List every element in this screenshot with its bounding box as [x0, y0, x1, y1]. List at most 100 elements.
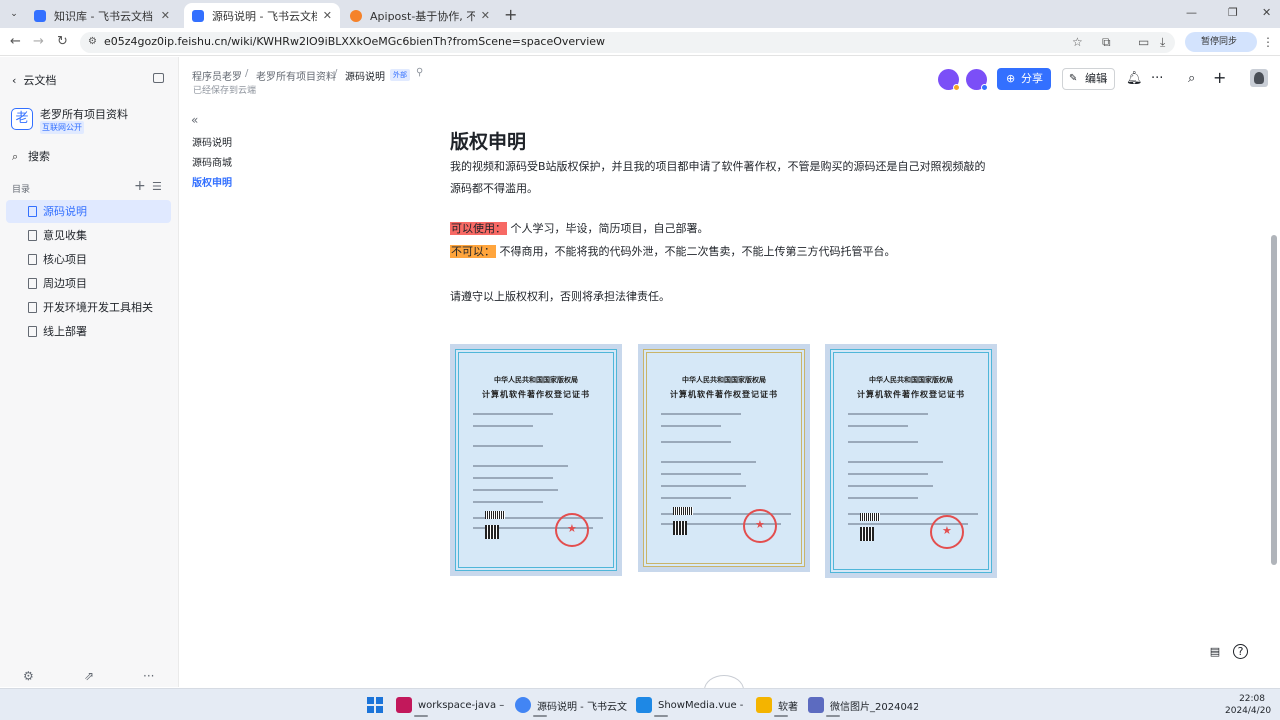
allowed-line: 可以使用： 个人学习，毕设，简历项目，自己部署。 — [450, 218, 995, 240]
close-tab-icon[interactable]: ✕ — [161, 9, 170, 22]
apipost-favicon-icon — [350, 9, 362, 22]
taskbar-item-intellij[interactable]: workspace-java – Accou — [396, 693, 506, 717]
extensions-icon[interactable]: ⧉ — [1102, 35, 1111, 50]
tab-title: 知识库 - 飞书云文档 — [54, 9, 153, 23]
minimize-icon[interactable]: — — [1186, 6, 1197, 19]
forbidden-highlight: 不可以： — [450, 245, 496, 258]
certificate-image[interactable]: 中华人民共和国国家版权局 计算机软件著作权登记证书 — [638, 344, 810, 572]
new-tab-icon[interactable]: + — [504, 5, 517, 24]
taskbar-item-vscode[interactable]: ShowMedia.vue - easycl — [636, 693, 746, 717]
tab-search-chevron-icon[interactable]: ⌄ — [6, 6, 22, 22]
windows-start-icon[interactable] — [367, 697, 383, 713]
sidebar-item-source[interactable]: 源码说明 — [6, 200, 171, 223]
scrollbar-thumb[interactable] — [1271, 235, 1277, 565]
doc-scrollbar[interactable] — [1269, 102, 1278, 687]
sync-paused-button[interactable]: 暂停同步 — [1185, 32, 1257, 52]
certificate-image[interactable]: 中华人民共和国国家版权局 计算机软件著作权登记证书 — [825, 344, 997, 578]
url-input[interactable]: ⚙ e05z4goz0ip.feishu.cn/wiki/KWHRw2lO9iB… — [80, 32, 1175, 53]
taskbar-item-folder[interactable]: 软著 — [756, 693, 806, 717]
help-icon[interactable]: ? — [1233, 644, 1248, 659]
bell-icon[interactable]: 🔔︎ — [1126, 71, 1143, 86]
site-settings-icon[interactable]: ⚙ — [88, 36, 97, 47]
bookmark-star-icon[interactable]: ☆ — [1072, 35, 1083, 49]
red-seal-icon — [930, 515, 964, 549]
browser-tab-bar: ⌄ 知识库 - 飞书云文档 ✕ 源码说明 - 飞书云文档 ✕ Apipost-基… — [0, 0, 1280, 28]
intellij-icon — [396, 697, 412, 713]
system-clock[interactable]: 22:08 2024/4/20 — [1225, 693, 1271, 717]
sidebar-item-label: 源码说明 — [43, 205, 87, 218]
share-label: 分享 — [1021, 72, 1043, 85]
forward-arrow-icon[interactable]: → — [33, 34, 44, 49]
user-avatar[interactable] — [1250, 69, 1268, 87]
certificate-title: 计算机软件著作权登记证书 — [857, 390, 965, 399]
sidebar-item-deploy[interactable]: 线上部署 — [6, 320, 171, 343]
browser-tab-knowledge[interactable]: 知识库 - 飞书云文档 ✕ — [26, 3, 178, 28]
taskbar-label: 源码说明 - 飞书云文档 - — [537, 701, 627, 713]
maximize-icon[interactable]: ❐ — [1228, 6, 1238, 19]
sidebar-item-peripheral[interactable]: 周边项目 — [6, 272, 171, 295]
close-tab-icon[interactable]: ✕ — [323, 9, 332, 22]
certificate-issuer: 中华人民共和国国家版权局 — [869, 376, 953, 384]
taskbar-label: 软著 — [778, 701, 798, 713]
barcode-icon — [485, 511, 505, 519]
feishu-favicon-icon — [34, 9, 46, 22]
close-tab-icon[interactable]: ✕ — [481, 9, 490, 22]
breadcrumb-current: 源码说明 — [345, 72, 385, 83]
sidebar-panel-icon[interactable]: ▭ — [1138, 35, 1149, 49]
vscode-icon — [636, 697, 652, 713]
collapse-sidebar-icon[interactable] — [153, 73, 164, 83]
outline-item-copyright[interactable]: 版权申明 — [192, 174, 232, 189]
sidebar-item-label: 线上部署 — [43, 325, 87, 338]
breadcrumb-item[interactable]: 老罗所有项目资料 — [256, 68, 336, 83]
reload-icon[interactable]: ↻ — [57, 34, 68, 49]
clock-time: 22:08 — [1239, 694, 1265, 704]
settings-gear-icon[interactable]: ⚙ — [23, 669, 34, 683]
sidebar-item-label: 意见收集 — [43, 229, 87, 242]
sidebar-item-feedback[interactable]: 意见收集 — [6, 224, 171, 247]
back-arrow-icon[interactable]: ← — [10, 34, 21, 49]
taskbar-item-chrome[interactable]: 源码说明 - 飞书云文档 - — [515, 693, 627, 717]
edit-mode-button[interactable]: ✎ 编辑 ⌄ — [1062, 68, 1115, 90]
intro-paragraph: 我的视频和源码受B站版权保护，并且我的项目都申请了软件著作权，不管是购买的源码还… — [450, 160, 986, 195]
close-window-icon[interactable]: ✕ — [1262, 6, 1271, 19]
collaborator-avatar[interactable] — [966, 69, 988, 91]
certificate-issuer: 中华人民共和国国家版权局 — [682, 376, 766, 384]
sidebar-item-devtools[interactable]: 开发环境开发工具相关 — [6, 296, 171, 319]
barcode-icon — [860, 513, 880, 521]
taskbar-label: ShowMedia.vue - easycl — [658, 699, 746, 711]
certificate-image[interactable]: 中华人民共和国国家版权局 计算机软件著作权登记证书 — [450, 344, 622, 576]
back-to-docs-link[interactable]: ‹ 云文档 — [12, 72, 56, 88]
red-seal-icon — [555, 513, 589, 547]
more-dots-icon[interactable]: ··· — [143, 669, 154, 683]
windows-taskbar: workspace-java – Accou 源码说明 - 飞书云文档 - Sh… — [0, 688, 1280, 720]
breadcrumb-item[interactable]: 程序员老罗 — [192, 68, 242, 83]
chevron-down-icon: ⌄ — [1101, 74, 1109, 84]
search-icon[interactable]: ⌕ — [1188, 71, 1195, 86]
outline-item-shop[interactable]: 源码商城 — [192, 154, 232, 169]
doc-icon — [28, 302, 37, 313]
notice-paragraph: 请遵守以上版权权利，否则将承担法律责任。 — [450, 290, 670, 303]
doc-outline-icon[interactable]: ▤ — [1206, 643, 1224, 661]
search-icon: ⌕ — [12, 150, 19, 163]
collaborator-avatar[interactable] — [938, 69, 960, 91]
add-icon[interactable]: + — [1213, 68, 1226, 87]
outline-item-source[interactable]: 源码说明 — [192, 134, 232, 149]
sidebar-item-core[interactable]: 核心项目 — [6, 248, 171, 271]
add-page-icon[interactable]: + — [134, 178, 146, 194]
pin-icon[interactable]: ⚲ — [416, 67, 423, 78]
collapse-outline-icon[interactable]: « — [191, 113, 198, 127]
sort-list-icon[interactable]: ☰ — [152, 180, 162, 193]
browser-tab-source[interactable]: 源码说明 - 飞书云文档 ✕ — [184, 3, 340, 28]
download-icon[interactable]: ⤓ — [1160, 35, 1165, 50]
breadcrumb-separator: / — [334, 68, 338, 79]
browser-menu-icon[interactable]: ⋮ — [1262, 35, 1274, 49]
workspace-avatar: 老 — [11, 108, 33, 130]
share-out-icon[interactable]: ⇗ — [84, 669, 94, 683]
taskbar-item-photos[interactable]: 微信图片_20240420145 — [808, 693, 918, 717]
more-dots-icon[interactable]: ··· — [1151, 71, 1163, 86]
sidebar-search[interactable]: ⌕ 搜索 — [8, 147, 170, 167]
allowed-highlight: 可以使用： — [450, 222, 507, 235]
workspace-name[interactable]: 老罗所有项目资料 — [40, 106, 128, 122]
share-button[interactable]: ⊕ 分享 — [997, 68, 1051, 90]
browser-tab-apipost[interactable]: Apipost-基于协作, 不止于API文 ✕ — [342, 3, 498, 28]
